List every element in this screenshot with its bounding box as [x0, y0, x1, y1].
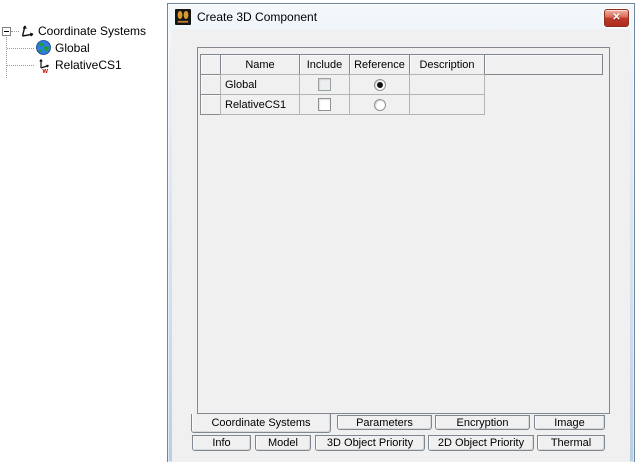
- reference-cell-global[interactable]: [349, 74, 410, 95]
- tree-root-label[interactable]: Coordinate Systems: [38, 24, 146, 39]
- close-button[interactable]: ✕: [604, 9, 629, 27]
- svg-text:w: w: [42, 68, 49, 74]
- column-header-reference: Reference: [349, 54, 410, 75]
- include-cell-global[interactable]: [299, 74, 350, 95]
- column-header-include: Include: [299, 54, 350, 75]
- table-row: RelativeCS1: [200, 94, 603, 115]
- coordinate-systems-grid: Name Include Reference Description Globa…: [197, 47, 610, 414]
- name-cell-relativecs1[interactable]: RelativeCS1: [220, 94, 300, 115]
- tab-model[interactable]: Model: [255, 435, 311, 451]
- description-cell-global[interactable]: [409, 74, 485, 95]
- tab-parameters[interactable]: Parameters: [337, 415, 432, 430]
- reference-radio-global[interactable]: [373, 78, 386, 91]
- reference-cell-relativecs1[interactable]: [349, 94, 410, 115]
- include-checkbox-relativecs1[interactable]: [318, 98, 331, 111]
- table-row: Global: [200, 74, 603, 95]
- tab-encryption[interactable]: Encryption: [435, 415, 530, 430]
- tree-connector-vertical: [6, 37, 7, 78]
- axes-icon: [18, 22, 35, 44]
- tab-thermal[interactable]: Thermal: [537, 435, 605, 451]
- row-selector-global[interactable]: [200, 74, 221, 95]
- tree-connector-relativecs1: [7, 65, 34, 66]
- dialog-client-area: Name Include Reference Description Globa…: [172, 29, 630, 462]
- minus-icon: [4, 31, 9, 32]
- column-header-empty: [484, 54, 603, 75]
- relative-cs-icon: w: [36, 57, 53, 79]
- tree-item-global[interactable]: Global: [55, 41, 90, 56]
- tab-info[interactable]: Info: [192, 435, 251, 451]
- tree-connector-global: [7, 48, 34, 49]
- name-cell-global[interactable]: Global: [220, 74, 300, 95]
- coordinate-systems-tree: Coordinate Systems Global w RelativeCS1: [0, 0, 167, 462]
- tree-item-relativecs1[interactable]: RelativeCS1: [55, 58, 122, 73]
- header-row-selector: [200, 54, 221, 75]
- tab-2d-object-priority[interactable]: 2D Object Priority: [428, 435, 534, 451]
- dialog-titlebar: Create 3D Component: [168, 4, 634, 29]
- column-header-name: Name: [220, 54, 300, 75]
- column-header-description: Description: [409, 54, 485, 75]
- dialog-title: Create 3D Component: [197, 9, 318, 24]
- grid-header-row: Name Include Reference Description: [200, 54, 603, 75]
- include-checkbox-global[interactable]: [318, 78, 331, 91]
- create-3d-component-dialog: Create 3D Component ✕ Name Include Refer…: [167, 3, 635, 462]
- tab-3d-object-priority[interactable]: 3D Object Priority: [315, 435, 425, 451]
- tree-collapse-toggle[interactable]: [2, 27, 11, 36]
- tab-image[interactable]: Image: [534, 415, 605, 430]
- include-cell-relativecs1[interactable]: [299, 94, 350, 115]
- row-selector-relativecs1[interactable]: [200, 94, 221, 115]
- description-cell-relativecs1[interactable]: [409, 94, 485, 115]
- app-icon: [175, 8, 191, 25]
- reference-radio-relativecs1[interactable]: [373, 98, 386, 111]
- tab-coordinate-systems[interactable]: Coordinate Systems: [191, 414, 331, 433]
